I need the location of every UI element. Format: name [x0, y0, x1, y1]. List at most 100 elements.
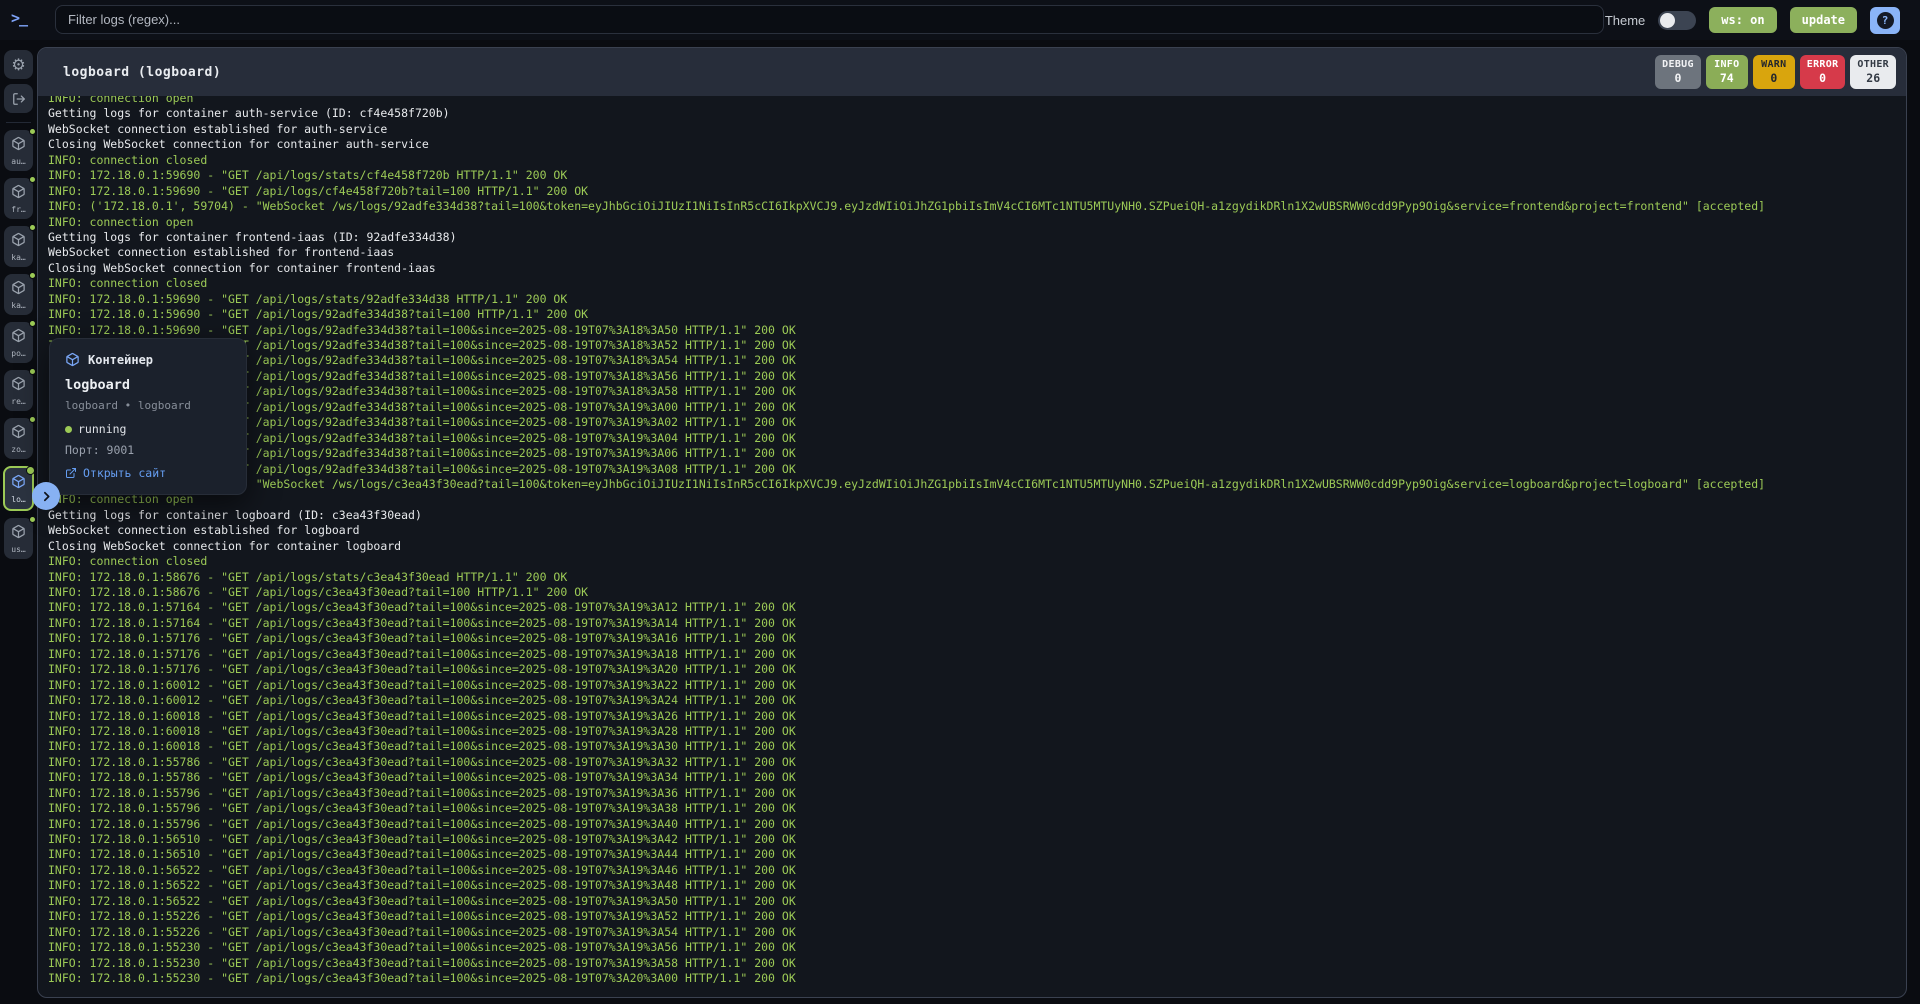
- log-line: INFO: 172.18.0.1:56510 - "GET /api/logs/…: [48, 832, 1896, 847]
- container-label: ka…: [11, 301, 25, 310]
- log-line: INFO: 172.18.0.1:56510 - "GET /api/logs/…: [48, 847, 1896, 862]
- badge-count: 0: [1807, 71, 1839, 85]
- running-status-dot: [65, 426, 72, 433]
- badge-level-label: ERROR: [1807, 59, 1839, 70]
- log-line: WebSocket connection established for log…: [48, 523, 1896, 538]
- log-line: INFO: 172.18.0.1:57164 - "GET /api/logs/…: [48, 616, 1896, 631]
- log-line: INFO: 172.18.0.1:59690 - "GET /api/logs/…: [48, 184, 1896, 199]
- badge-warn[interactable]: WARN0: [1753, 55, 1795, 89]
- sidebar: ⚙ au… fr… ka… ka… po… re… zo… lo… us…: [0, 40, 37, 1004]
- log-line: INFO: 172.18.0.1:57176 - "GET /api/logs/…: [48, 631, 1896, 646]
- log-line: INFO: 172.18.0.1:60012 - "GET /api/logs/…: [48, 693, 1896, 708]
- container-port: Порт: 9001: [65, 443, 231, 457]
- topbar: >_ Theme ws: on update ?: [0, 0, 1920, 40]
- log-line: INFO: 172.18.0.1:55226 - "GET /api/logs/…: [48, 909, 1896, 924]
- container-cube-icon: [65, 352, 80, 367]
- log-line: INFO: 172.18.0.1:59690 - "GET /api/logs/…: [48, 415, 1896, 430]
- container-cube-icon: [11, 232, 26, 251]
- container-cube-icon: [11, 424, 26, 443]
- log-line: INFO: 172.18.0.1:58676 - "GET /api/logs/…: [48, 570, 1896, 585]
- sidebar-item-container-3[interactable]: ka…: [4, 226, 33, 267]
- tooltip-header: Контейнер: [65, 352, 231, 367]
- log-line: INFO: 172.18.0.1:59690 - "GET /api/logs/…: [48, 369, 1896, 384]
- log-line: Closing WebSocket connection for contain…: [48, 137, 1896, 152]
- badge-debug[interactable]: DEBUG0: [1655, 55, 1701, 89]
- log-line: INFO: 172.18.0.1:56522 - "GET /api/logs/…: [48, 863, 1896, 878]
- question-icon: ?: [1877, 12, 1894, 29]
- log-line: INFO: 172.18.0.1:60018 - "GET /api/logs/…: [48, 739, 1896, 754]
- log-line: INFO: 172.18.0.1:55796 - "GET /api/logs/…: [48, 817, 1896, 832]
- container-label: ka…: [11, 253, 25, 262]
- log-line: INFO: 172.18.0.1:59690 - "GET /api/logs/…: [48, 431, 1896, 446]
- log-line: INFO: 172.18.0.1:59690 - "GET /api/logs/…: [48, 353, 1896, 368]
- container-label: au…: [11, 157, 25, 166]
- help-button[interactable]: ?: [1870, 7, 1900, 34]
- log-line: INFO: 172.18.0.1:58676 - "GET /api/logs/…: [48, 585, 1896, 600]
- log-line: WebSocket connection established for aut…: [48, 122, 1896, 137]
- container-label: fr…: [11, 205, 25, 214]
- badge-other[interactable]: OTHER26: [1850, 55, 1896, 89]
- sidebar-item-container-2[interactable]: fr…: [4, 178, 33, 219]
- container-cube-icon: [11, 184, 26, 203]
- running-status-dot: [26, 466, 35, 475]
- open-site-link[interactable]: Открыть сайт: [65, 466, 231, 480]
- sidebar-item-container-4[interactable]: ka…: [4, 274, 33, 315]
- log-line: INFO: 172.18.0.1:57176 - "GET /api/logs/…: [48, 647, 1896, 662]
- log-line: INFO: 172.18.0.1:55230 - "GET /api/logs/…: [48, 956, 1896, 971]
- log-line: INFO: 172.18.0.1:59690 - "GET /api/logs/…: [48, 462, 1896, 477]
- log-line: INFO: connection open: [48, 96, 1896, 106]
- sidebar-item-container-7[interactable]: zo…: [4, 418, 33, 459]
- container-cube-icon: [11, 280, 26, 299]
- container-cube-icon: [11, 524, 26, 543]
- log-line: INFO: 172.18.0.1:55230 - "GET /api/logs/…: [48, 940, 1896, 955]
- log-line: INFO: 172.18.0.1:59690 - "GET /api/logs/…: [48, 307, 1896, 322]
- log-line: INFO: 172.18.0.1:56522 - "GET /api/logs/…: [48, 894, 1896, 909]
- log-line: INFO: 172.18.0.1:55796 - "GET /api/logs/…: [48, 786, 1896, 801]
- sidebar-item-container-1[interactable]: au…: [4, 130, 33, 171]
- running-status-dot: [29, 272, 36, 279]
- log-line: INFO: connection open: [48, 492, 1896, 507]
- sidebar-containers: au… fr… ka… ka… po… re… zo… lo… us…: [3, 130, 34, 559]
- log-line: Getting logs for container frontend-iaas…: [48, 230, 1896, 245]
- log-line: INFO: connection open: [48, 215, 1896, 230]
- badge-error[interactable]: ERROR0: [1800, 55, 1846, 89]
- sidebar-item-container-8[interactable]: lo…: [3, 466, 34, 511]
- panel-header: logboard (logboard) DEBUG0INFO74WARN0ERR…: [38, 48, 1906, 96]
- log-line: Closing WebSocket connection for contain…: [48, 261, 1896, 276]
- sidebar-item-container-9[interactable]: us…: [4, 518, 33, 559]
- log-output[interactable]: INFO: connection openGetting logs for co…: [38, 96, 1906, 997]
- ws-status-button[interactable]: ws: on: [1709, 7, 1776, 33]
- badge-level-label: DEBUG: [1662, 59, 1694, 70]
- running-status-dot: [29, 320, 36, 327]
- container-name: logboard: [65, 377, 231, 393]
- log-line: WebSocket connection established for fro…: [48, 245, 1896, 260]
- badge-info[interactable]: INFO74: [1706, 55, 1748, 89]
- container-cube-icon: [11, 328, 26, 347]
- status-label: running: [78, 422, 126, 436]
- log-line: INFO: connection closed: [48, 554, 1896, 569]
- sidebar-item-container-6[interactable]: re…: [4, 370, 33, 411]
- log-line: INFO: ('172.18.0.1', 58682) - "WebSocket…: [48, 477, 1896, 492]
- log-line: Closing WebSocket connection for contain…: [48, 539, 1896, 554]
- log-line: INFO: 172.18.0.1:55226 - "GET /api/logs/…: [48, 925, 1896, 940]
- filter-input[interactable]: [55, 5, 1604, 34]
- log-line: INFO: 172.18.0.1:55786 - "GET /api/logs/…: [48, 755, 1896, 770]
- log-line: INFO: connection closed: [48, 153, 1896, 168]
- log-line: INFO: 172.18.0.1:59690 - "GET /api/logs/…: [48, 168, 1896, 183]
- running-status-dot: [29, 176, 36, 183]
- log-line: INFO: 172.18.0.1:57164 - "GET /api/logs/…: [48, 600, 1896, 615]
- settings-button[interactable]: ⚙: [4, 50, 33, 79]
- expand-sidebar-button[interactable]: [32, 482, 60, 510]
- container-cube-icon: [11, 474, 26, 493]
- container-status: running: [65, 422, 231, 436]
- log-line: Getting logs for container auth-service …: [48, 106, 1896, 121]
- theme-toggle[interactable]: [1658, 11, 1696, 30]
- logout-icon: [12, 92, 26, 106]
- logout-button[interactable]: [4, 84, 33, 113]
- container-label: re…: [11, 397, 25, 406]
- running-status-dot: [29, 128, 36, 135]
- sidebar-item-container-5[interactable]: po…: [4, 322, 33, 363]
- log-line: INFO: 172.18.0.1:55230 - "GET /api/logs/…: [48, 971, 1896, 986]
- update-button[interactable]: update: [1790, 7, 1857, 33]
- badge-count: 0: [1760, 71, 1788, 85]
